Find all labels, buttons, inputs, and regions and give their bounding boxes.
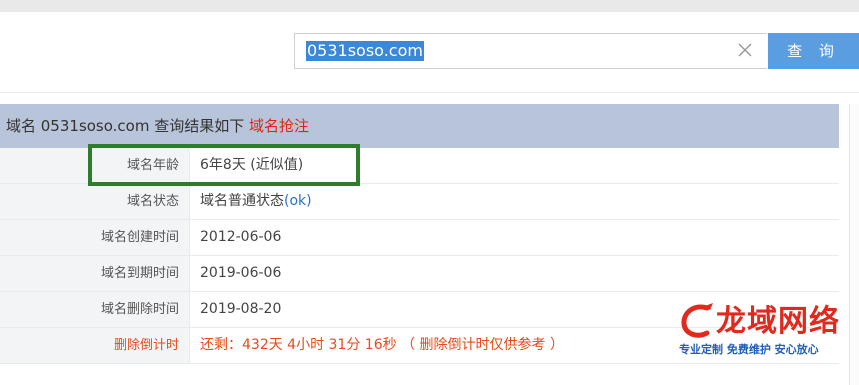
side-column	[849, 104, 859, 385]
dragon-logo-icon	[681, 303, 713, 338]
result-header: 域名 0531soso.com 查询结果如下 域名抢注	[0, 104, 839, 148]
table-row-created: 域名创建时间 2012-06-06	[0, 220, 839, 256]
search-input[interactable]: 0531soso.com	[294, 33, 767, 69]
row-value: 2012-06-06	[200, 229, 282, 245]
row-value: 域名普通状态(ok)	[190, 184, 839, 219]
status-ok-link[interactable]: (ok)	[284, 193, 312, 209]
domain-snap-link[interactable]: 域名抢注	[249, 117, 309, 135]
search-input-text[interactable]: 0531soso.com	[306, 41, 424, 61]
watermark-title: 龙域网络	[716, 304, 840, 339]
row-label: 域名状态	[0, 184, 190, 219]
table-row-expires: 域名到期时间 2019-06-06	[0, 256, 839, 292]
table-row-status: 域名状态 域名普通状态(ok)	[0, 184, 839, 220]
row-label: 域名创建时间	[0, 220, 190, 255]
query-button[interactable]: 查 询	[768, 33, 859, 69]
result-header-text: 域名 0531soso.com 查询结果如下	[6, 117, 245, 135]
row-label: 域名到期时间	[0, 256, 190, 291]
highlight-box	[88, 144, 360, 186]
search-bar: 0531soso.com 查 询	[0, 12, 859, 93]
watermark: 龙域网络 专业定制 免费维护 安心放心	[677, 300, 847, 360]
watermark-subtitle: 专业定制 免费维护 安心放心	[679, 343, 819, 356]
clear-x-icon[interactable]	[735, 40, 755, 60]
status-text: 域名普通状态	[200, 193, 284, 209]
row-label: 域名删除时间	[0, 292, 190, 327]
row-value: 2019-06-06	[200, 265, 282, 281]
top-strip	[0, 0, 859, 12]
row-label: 删除倒计时	[0, 328, 190, 363]
